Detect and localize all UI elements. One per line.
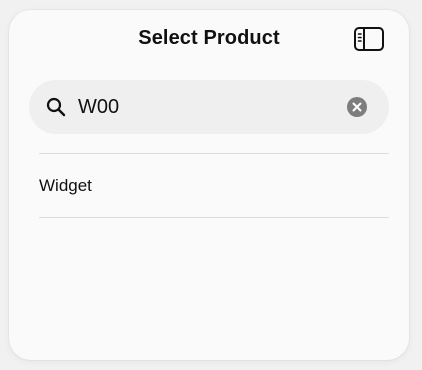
- product-picker-dialog: Select Product Widget: [9, 10, 409, 360]
- divider: [39, 217, 389, 218]
- sidebar-toggle-button[interactable]: [353, 26, 385, 52]
- clear-icon[interactable]: [347, 97, 367, 117]
- sidebar-toggle-icon: [354, 27, 384, 51]
- search-input[interactable]: [78, 92, 338, 122]
- search-icon: [46, 97, 66, 117]
- list-item-label: Widget: [39, 176, 92, 195]
- list-item[interactable]: Widget: [39, 154, 389, 217]
- search-bar: [29, 80, 389, 134]
- dialog-title: Select Product: [138, 27, 280, 49]
